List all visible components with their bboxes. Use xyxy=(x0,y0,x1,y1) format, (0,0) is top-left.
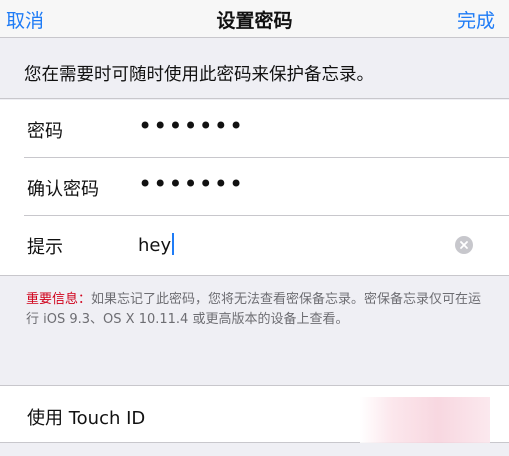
hint-field[interactable]: hey xyxy=(138,233,175,256)
hint-value: hey xyxy=(138,235,172,256)
text-cursor xyxy=(172,233,175,255)
warning-text: 如果忘记了此密码，您将无法查看密保备忘录。密保备忘录仅可在运行 iOS 9.3、… xyxy=(26,292,482,327)
clear-icon[interactable] xyxy=(455,236,473,254)
navigation-bar: 取消 设置密码 完成 xyxy=(0,0,509,38)
warning-footnote: 重要信息：如果忘记了此密码，您将无法查看密保备忘录。密保备忘录仅可在运行 iOS… xyxy=(26,290,486,330)
done-button[interactable]: 完成 xyxy=(457,6,495,33)
confirm-password-field[interactable]: ••••••• xyxy=(138,170,244,198)
password-label: 密码 xyxy=(27,121,63,142)
hint-label: 提示 xyxy=(27,237,63,258)
password-row[interactable]: 密码 ••••••• xyxy=(0,100,509,158)
touch-id-label: 使用 Touch ID xyxy=(27,408,146,429)
notice-banner: 您在需要时可随时使用此密码来保护备忘录。 xyxy=(0,39,509,99)
confirm-password-label: 确认密码 xyxy=(27,179,99,200)
important-label: 重要信息： xyxy=(26,292,92,307)
watermark-overlay xyxy=(360,397,490,443)
page-title: 设置密码 xyxy=(216,10,293,32)
password-form: 密码 ••••••• 确认密码 ••••••• 提示 hey xyxy=(0,100,509,276)
confirm-password-row[interactable]: 确认密码 ••••••• xyxy=(0,158,509,216)
hint-row[interactable]: 提示 hey xyxy=(0,216,509,274)
password-field[interactable]: ••••••• xyxy=(138,112,244,140)
notice-text: 您在需要时可随时使用此密码来保护备忘录。 xyxy=(24,65,374,85)
